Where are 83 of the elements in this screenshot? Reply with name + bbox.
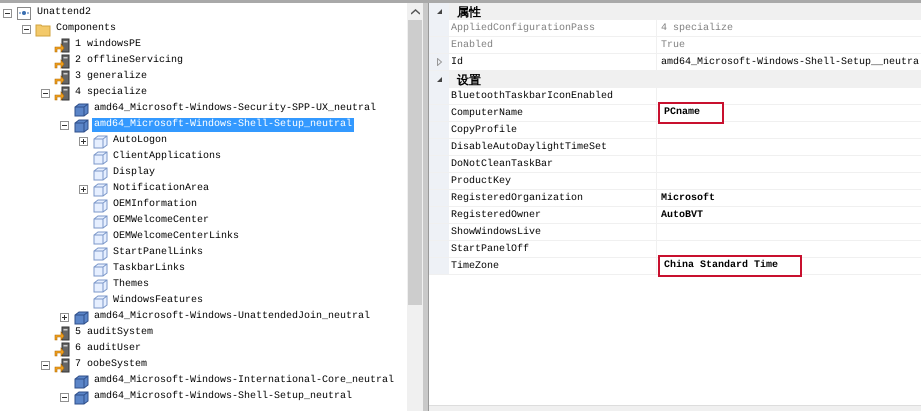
tree-item[interactable]: Display <box>111 166 158 180</box>
scroll-up-icon[interactable] <box>410 8 420 14</box>
property-name[interactable]: RegisteredOwner <box>449 207 657 223</box>
tree-item[interactable]: OEMWelcomeCenter <box>111 214 212 228</box>
cube-icon <box>92 166 108 180</box>
scroll-thumb[interactable] <box>408 20 422 305</box>
property-name[interactable]: CopyProfile <box>449 122 657 138</box>
tree-item[interactable]: 4 specialize <box>73 86 150 100</box>
arrow-server-icon <box>54 54 70 68</box>
tree-item[interactable]: Themes <box>111 278 152 292</box>
property-value[interactable]: PCname <box>658 102 724 124</box>
tree-item[interactable]: OEMInformation <box>111 198 200 212</box>
arrow-server-icon <box>54 358 70 372</box>
cube-icon <box>92 182 108 196</box>
cube-icon <box>73 374 89 388</box>
tree-item[interactable]: amd64_Microsoft-Windows-International-Core_neutral <box>92 374 396 388</box>
cube-icon <box>92 150 108 164</box>
cube-icon <box>92 198 108 212</box>
property-name[interactable]: DisableAutoDaylightTimeSet <box>449 139 657 155</box>
cube-icon <box>73 310 89 324</box>
property-name[interactable]: ProductKey <box>449 173 657 189</box>
arrow-server-icon <box>54 70 70 84</box>
arrow-server-icon <box>54 326 70 340</box>
cube-icon <box>73 102 89 116</box>
tree-item[interactable]: WindowsFeatures <box>111 294 206 308</box>
cube-icon <box>92 246 108 260</box>
collapse-icon[interactable] <box>436 76 442 83</box>
collapse-icon[interactable] <box>41 88 50 98</box>
expand-icon[interactable] <box>79 136 88 146</box>
collapse-icon[interactable] <box>60 120 69 130</box>
cube-icon <box>92 262 108 276</box>
collapse-icon[interactable] <box>60 392 69 402</box>
arrow-server-icon <box>54 342 70 356</box>
category-label: 设置 <box>456 72 481 88</box>
tree-item[interactable]: Components <box>54 22 118 36</box>
property-name[interactable]: DoNotCleanTaskBar <box>449 156 657 172</box>
property-name[interactable]: TimeZone <box>449 258 657 274</box>
tree-item[interactable]: 7 oobeSystem <box>73 358 150 372</box>
property-name[interactable]: ShowWindowsLive <box>449 224 657 240</box>
document-icon <box>16 6 32 20</box>
expand-icon[interactable] <box>79 184 88 194</box>
property-name[interactable]: ComputerName <box>449 105 657 121</box>
tree-item[interactable]: AutoLogon <box>111 134 170 148</box>
property-value[interactable]: China Standard Time <box>658 255 802 277</box>
property-value[interactable]: Microsoft <box>661 190 716 206</box>
property-name[interactable]: RegisteredOrganization <box>449 190 657 206</box>
collapse-icon[interactable] <box>436 8 442 15</box>
tree-item[interactable]: Unattend2 <box>35 6 94 20</box>
collapse-icon[interactable] <box>41 360 50 370</box>
tree-item[interactable]: amd64_Microsoft-Windows-UnattendedJoin_neutral <box>92 310 372 324</box>
arrow-server-icon <box>54 86 70 100</box>
tree-item[interactable]: ClientApplications <box>111 150 224 164</box>
tree-item[interactable]: 2 offlineServicing <box>73 54 186 68</box>
horizontal-scrollbar[interactable] <box>429 405 921 411</box>
cube-icon <box>92 294 108 308</box>
cube-icon <box>73 118 89 132</box>
property-value[interactable]: AutoBVT <box>661 208 704 222</box>
tree-item[interactable]: 5 auditSystem <box>73 326 156 340</box>
collapse-icon[interactable] <box>22 24 31 34</box>
property-name[interactable]: StartPanelOff <box>449 241 657 257</box>
cube-icon <box>92 278 108 292</box>
category-label: 属性 <box>456 4 481 20</box>
cube-icon <box>92 230 108 244</box>
property-name[interactable]: BluetoothTaskbarIconEnabled <box>449 88 657 104</box>
tree-item[interactable]: amd64_Microsoft-Windows-Security-SPP-UX_neutral <box>92 102 378 116</box>
tree-item[interactable]: StartPanelLinks <box>111 246 206 260</box>
collapse-icon[interactable] <box>3 8 12 18</box>
cube-icon <box>92 214 108 228</box>
property-name[interactable]: Id <box>449 54 657 70</box>
tree-item[interactable]: amd64_Microsoft-Windows-Shell-Setup_neutral <box>92 390 354 404</box>
tree-item[interactable]: TaskbarLinks <box>111 262 188 276</box>
tree-item[interactable]: 6 auditUser <box>73 342 144 356</box>
cube-icon <box>92 134 108 148</box>
scrollbar[interactable] <box>407 3 423 411</box>
tree-item[interactable]: NotificationArea <box>111 182 212 196</box>
expand-icon[interactable] <box>60 312 69 322</box>
folder-icon <box>35 22 51 36</box>
cube-icon <box>73 390 89 404</box>
tree-item[interactable]: 3 generalize <box>73 70 150 84</box>
arrow-server-icon <box>54 38 70 52</box>
property-value[interactable]: amd64_Microsoft-Windows-Shell-Setup__neutra <box>661 54 920 70</box>
tree-item[interactable]: OEMWelcomeCenterLinks <box>111 230 242 244</box>
tree-item[interactable]: 1 windowsPE <box>73 38 144 52</box>
